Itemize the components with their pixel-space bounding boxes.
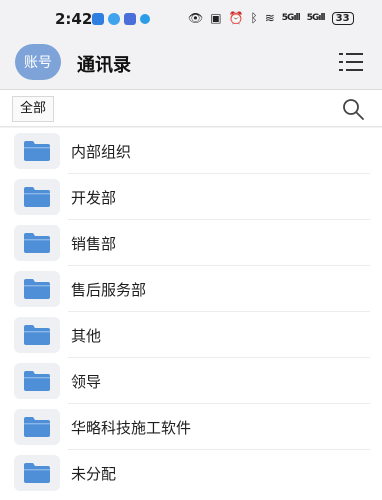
app-notification-icon [124, 13, 136, 25]
app-notification-icon [92, 13, 104, 25]
system-status-icons: 👁 ▣ ⏰ ᛒ ≋ 5Gıll 5Gıll 33 [188, 11, 354, 25]
app-notification-icon [140, 14, 150, 24]
battery-icon: 33 [331, 11, 354, 25]
list-item-label: 领导 [71, 373, 102, 391]
list-item-label: 售后服务部 [71, 281, 147, 299]
list-item-label: 未分配 [71, 465, 117, 483]
eye-icon: 👁 [188, 11, 204, 25]
folder-icon [14, 179, 60, 215]
avatar[interactable]: 账号 [15, 44, 61, 80]
page-title: 通讯录 [77, 55, 131, 76]
alarm-icon: ⏰ [228, 11, 244, 25]
folder-icon [14, 225, 60, 261]
app-notification-icon [108, 13, 120, 25]
signal-icon: 5Gıll [306, 13, 326, 23]
list-item-label: 华略科技施工软件 [71, 419, 192, 437]
folder-icon [14, 455, 60, 491]
signal-icon: 5Gıll [281, 13, 301, 23]
list-item[interactable]: 其他 [0, 312, 382, 358]
folder-icon [14, 271, 60, 307]
list-item-label: 销售部 [71, 235, 117, 253]
notification-icons [92, 13, 150, 25]
group-list: 内部组织 开发部 销售部 售后服务部 其他 领导 华略科技施工软件 未分配 [0, 128, 382, 500]
list-item[interactable]: 领导 [0, 358, 382, 404]
filter-chip-all[interactable]: 全部 [12, 96, 55, 122]
folder-icon [14, 317, 60, 353]
list-item-label: 开发部 [71, 189, 117, 207]
status-bar: 2:42 👁 ▣ ⏰ ᛒ ≋ 5Gıll 5Gıll 33 [0, 0, 382, 38]
list-item-label: 内部组织 [71, 143, 132, 161]
bluetooth-icon: ᛒ [250, 11, 258, 25]
list-item-label: 其他 [71, 327, 102, 345]
filter-bar: 全部 [0, 89, 382, 127]
list-item[interactable]: 内部组织 [0, 128, 382, 174]
list-menu-icon[interactable] [339, 52, 363, 72]
folder-icon [14, 363, 60, 399]
wifi-icon: ≋ [264, 11, 275, 25]
list-item[interactable]: 售后服务部 [0, 266, 382, 312]
list-item[interactable]: 开发部 [0, 174, 382, 220]
nfc-icon: ▣ [210, 11, 222, 25]
status-time: 2:42 [55, 10, 93, 28]
app-header: 账号 通讯录 [0, 38, 382, 88]
search-icon[interactable] [341, 97, 365, 121]
list-item[interactable]: 销售部 [0, 220, 382, 266]
folder-icon [14, 409, 60, 445]
list-item[interactable]: 华略科技施工软件 [0, 404, 382, 450]
folder-icon [14, 133, 60, 169]
list-item[interactable]: 未分配 [0, 450, 382, 496]
